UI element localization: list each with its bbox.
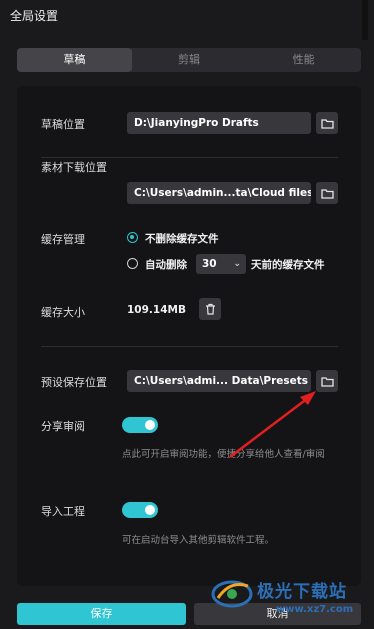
watermark-url: www.xz7.com bbox=[276, 604, 354, 615]
watermark-brand: 极光下载站 bbox=[257, 582, 347, 602]
save-button[interactable]: 保存 bbox=[17, 603, 186, 625]
watermark-logo-icon bbox=[211, 580, 253, 608]
annotation-arrow bbox=[229, 391, 316, 458]
